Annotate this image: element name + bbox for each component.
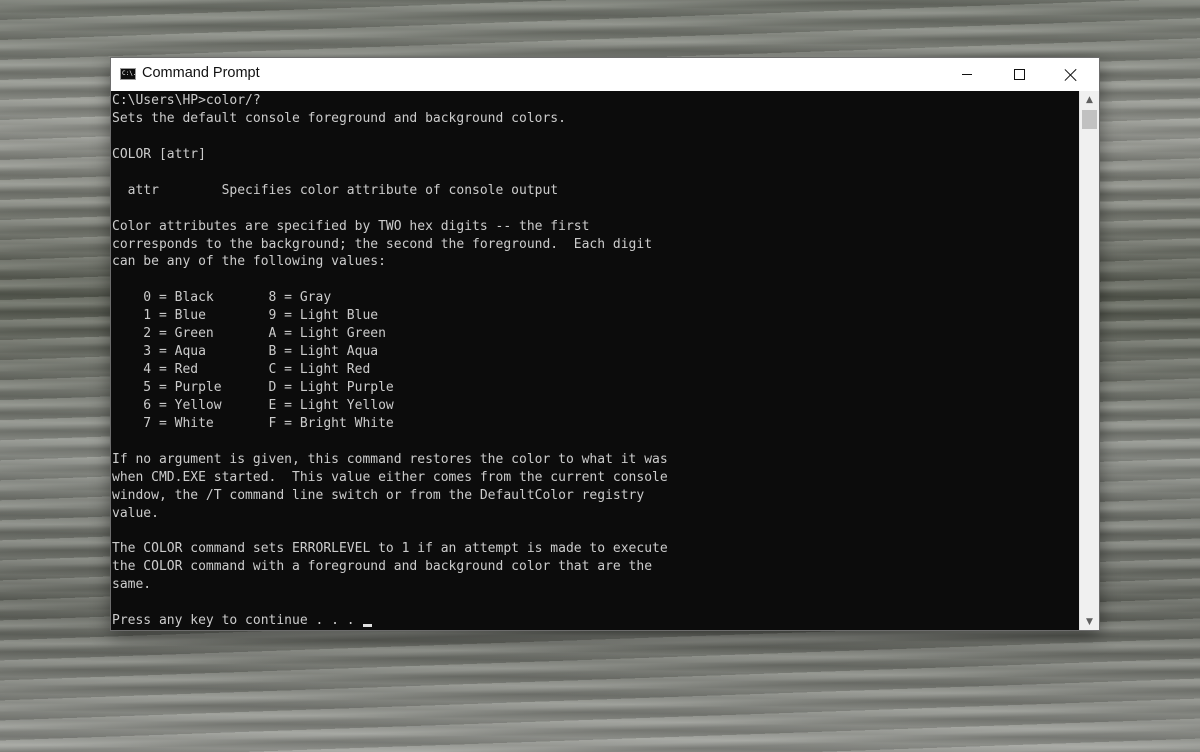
scroll-up-arrow-icon[interactable]: ▲	[1080, 91, 1099, 108]
console-line: 0 = Black 8 = Gray	[112, 290, 332, 306]
console-line: corresponds to the background; the secon…	[112, 236, 653, 252]
command-prompt-icon[interactable]: C:\.	[120, 68, 136, 80]
minimize-button[interactable]	[941, 58, 993, 91]
window-title: Command Prompt	[142, 65, 260, 81]
title-bar[interactable]: C:\. Command Prompt	[111, 58, 1099, 91]
console-line: the COLOR command with a foreground and …	[112, 559, 653, 575]
console-line: 4 = Red C = Light Red	[112, 362, 371, 378]
vertical-scrollbar[interactable]: ▲ ▼	[1079, 91, 1099, 630]
console-line: 3 = Aqua B = Light Aqua	[112, 344, 379, 360]
close-icon	[1065, 69, 1077, 81]
console-line: The COLOR command sets ERRORLEVEL to 1 i…	[112, 541, 668, 557]
console-line: Color attributes are specified by TWO he…	[112, 218, 590, 234]
scrollbar-thumb[interactable]	[1082, 110, 1097, 129]
console-line: 2 = Green A = Light Green	[112, 326, 386, 342]
console-line: same.	[112, 577, 152, 593]
text-cursor	[363, 624, 373, 628]
console-line: COLOR [attr]	[112, 146, 206, 162]
scroll-down-arrow-icon[interactable]: ▼	[1080, 613, 1099, 630]
console-line: when CMD.EXE started. This value either …	[112, 469, 668, 485]
maximize-button[interactable]	[993, 58, 1045, 91]
maximize-icon	[1013, 69, 1025, 80]
console-line: 7 = White F = Bright White	[112, 415, 394, 431]
console-line: Sets the default console foreground and …	[112, 110, 566, 126]
console-line: If no argument is given, this command re…	[112, 451, 668, 467]
console-line: 6 = Yellow E = Light Yellow	[112, 397, 394, 413]
console-line: value.	[112, 505, 159, 521]
console-line: 5 = Purple D = Light Purple	[112, 380, 394, 395]
console-line: can be any of the following values:	[112, 254, 386, 270]
console-line: 1 = Blue 9 = Light Blue	[112, 308, 379, 324]
minimize-icon	[962, 74, 972, 75]
console-line: attr Specifies color attribute of consol…	[112, 182, 559, 198]
console-output[interactable]: C:\Users\HP>color/? Sets the default con…	[111, 91, 1079, 630]
console-line: window, the /T command line switch or fr…	[112, 487, 645, 503]
console-line: Press any key to continue . . .	[112, 613, 363, 629]
command-prompt-window: C:\. Command Prompt C:\Users\HP>color/? …	[111, 58, 1099, 630]
console-line: C:\Users\HP>color/?	[112, 93, 261, 108]
console-text: C:\Users\HP>color/? Sets the default con…	[111, 91, 1079, 630]
close-button[interactable]	[1045, 58, 1097, 91]
